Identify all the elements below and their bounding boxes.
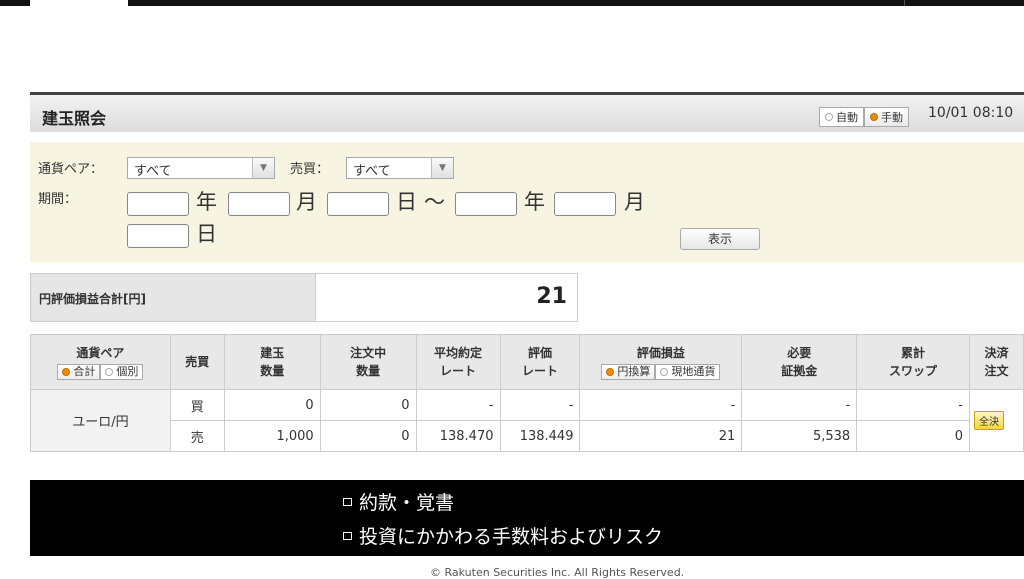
refresh-mode-toggle: 自動 手動 xyxy=(819,107,909,127)
copyright: © Rakuten Securities Inc. All Rights Res… xyxy=(430,566,685,579)
col-margin: 必要 証拠金 xyxy=(741,334,858,390)
col-eval-rate: 評価 レート xyxy=(499,334,581,390)
top-bar xyxy=(0,0,1024,6)
manual-refresh-option[interactable]: 手動 xyxy=(864,107,909,127)
day-label: 日 xyxy=(396,190,417,214)
month-label: 月 xyxy=(296,190,317,214)
total-view-option[interactable]: 合計 xyxy=(57,363,101,380)
radio-off-icon xyxy=(825,113,833,121)
terms-link-label: 約款・覚書 xyxy=(359,492,455,514)
from-month-input[interactable] xyxy=(228,192,290,216)
auto-refresh-option[interactable]: 自動 xyxy=(819,107,864,127)
settle-cell: 全決 xyxy=(968,389,1024,452)
radio-on-icon xyxy=(62,367,71,376)
side-cell: 買 xyxy=(169,389,225,421)
pnl-cell: - xyxy=(579,389,743,421)
radio-off-icon xyxy=(105,367,114,376)
day-label: 日 xyxy=(196,222,217,246)
swap-cell: 0 xyxy=(856,420,970,452)
col-order-qty: 注文中 数量 xyxy=(319,334,417,390)
table-header-row: 通貨ペア 合計 個別 売買 建玉 数量 注文中 数量 平均約定 レート 評価 レ… xyxy=(30,334,1024,390)
col-swap: 累計 スワップ xyxy=(856,334,970,390)
pnl-total-label: 円評価損益合計[円] xyxy=(30,273,316,322)
table-row: 売 1,000 0 138.470 138.449 21 5,538 0 xyxy=(31,420,1024,452)
col-pos-qty: 建玉 数量 xyxy=(223,334,321,390)
col-settle: 決済 注文 xyxy=(968,334,1024,390)
to-year-input[interactable] xyxy=(455,192,517,216)
col-pair-label: 通貨ペア xyxy=(76,345,125,360)
auto-refresh-label: 自動 xyxy=(836,111,858,124)
from-year-input[interactable] xyxy=(127,192,189,216)
from-day-input[interactable] xyxy=(327,192,389,216)
swap-cell: - xyxy=(856,389,970,421)
filter-panel: 通貨ペア： すべて ▼ 売買： すべて ▼ 期間： 年 月 日 〜 年 月 日 … xyxy=(30,142,1024,262)
order-qty-cell: 0 xyxy=(319,420,417,452)
avg-rate-cell: 138.470 xyxy=(415,420,501,452)
col-side: 売買 xyxy=(169,334,225,390)
table-row: ユーロ/円 買 0 0 - - - - - 全決 xyxy=(30,389,1024,452)
show-button[interactable]: 表示 xyxy=(680,228,760,250)
pnl-cell: 21 xyxy=(579,420,743,452)
pos-qty-cell: 0 xyxy=(223,389,321,421)
top-bar-tab xyxy=(30,0,128,6)
external-link-icon xyxy=(343,531,352,540)
radio-on-icon xyxy=(870,113,878,121)
pair-filter-label: 通貨ペア： xyxy=(38,162,104,177)
section-header: 建玉照会 自動 手動 10/01 08:10 xyxy=(30,92,1024,132)
avg-rate-cell: - xyxy=(415,389,501,421)
individual-view-label: 個別 xyxy=(116,364,139,378)
margin-cell: 5,538 xyxy=(741,420,858,452)
pair-cell: ユーロ/円 xyxy=(30,389,171,452)
pnl-currency-toggle: 円換算 現地通貨 xyxy=(601,363,721,380)
fees-risk-link-label: 投資にかかわる手数料およびリスク xyxy=(359,526,664,548)
col-pnl: 評価損益 円換算 現地通貨 xyxy=(579,334,743,390)
settle-all-button[interactable]: 全決 xyxy=(973,411,1004,430)
period-label: 期間： xyxy=(38,192,78,207)
col-avg-rate: 平均約定 レート xyxy=(415,334,501,390)
pos-qty-cell: 1,000 xyxy=(223,420,321,452)
terms-link[interactable]: 約款・覚書 xyxy=(343,488,454,515)
to-day-input[interactable] xyxy=(127,224,189,248)
chevron-down-icon: ▼ xyxy=(252,158,274,178)
col-pnl-label: 評価損益 xyxy=(636,345,685,360)
update-time: 10/01 08:10 xyxy=(928,105,1014,121)
month-label: 月 xyxy=(624,190,645,214)
local-ccy-option[interactable]: 現地通貨 xyxy=(655,363,721,380)
page-title: 建玉照会 xyxy=(42,109,107,128)
order-qty-cell: 0 xyxy=(319,389,417,421)
side-select[interactable]: すべて ▼ xyxy=(346,157,454,179)
pair-view-toggle: 合計 個別 xyxy=(57,363,144,380)
radio-off-icon xyxy=(660,367,669,376)
side-filter-label: 売買： xyxy=(290,162,330,177)
chevron-down-icon: ▼ xyxy=(431,158,453,178)
side-select-value: すべて xyxy=(353,164,391,179)
yen-conv-label: 円換算 xyxy=(617,364,651,378)
footer: 約款・覚書 投資にかかわる手数料およびリスク xyxy=(30,480,1024,556)
fees-risk-link[interactable]: 投資にかかわる手数料およびリスク xyxy=(343,522,663,549)
col-pair: 通貨ペア 合計 個別 xyxy=(30,334,171,390)
top-bar-right xyxy=(904,0,1024,6)
year-label: 年 xyxy=(524,190,545,214)
local-ccy-label: 現地通貨 xyxy=(671,364,716,378)
to-month-input[interactable] xyxy=(554,192,616,216)
manual-refresh-label: 手動 xyxy=(881,111,903,124)
yen-conv-option[interactable]: 円換算 xyxy=(601,363,656,380)
margin-cell: - xyxy=(741,389,858,421)
side-cell: 売 xyxy=(169,420,225,452)
range-tilde: 〜 xyxy=(424,190,445,214)
eval-rate-cell: 138.449 xyxy=(499,420,581,452)
pair-select-value: すべて xyxy=(134,164,172,179)
pnl-total-value: 21 xyxy=(316,273,578,322)
total-view-label: 合計 xyxy=(73,364,96,378)
external-link-icon xyxy=(343,497,352,506)
positions-table: 通貨ペア 合計 個別 売買 建玉 数量 注文中 数量 平均約定 レート 評価 レ… xyxy=(30,334,1024,452)
year-label: 年 xyxy=(196,190,217,214)
eval-rate-cell: - xyxy=(499,389,581,421)
individual-view-option[interactable]: 個別 xyxy=(100,363,144,380)
pnl-summary: 円評価損益合計[円] 21 xyxy=(30,273,578,322)
pair-select[interactable]: すべて ▼ xyxy=(127,157,275,179)
radio-on-icon xyxy=(606,367,615,376)
